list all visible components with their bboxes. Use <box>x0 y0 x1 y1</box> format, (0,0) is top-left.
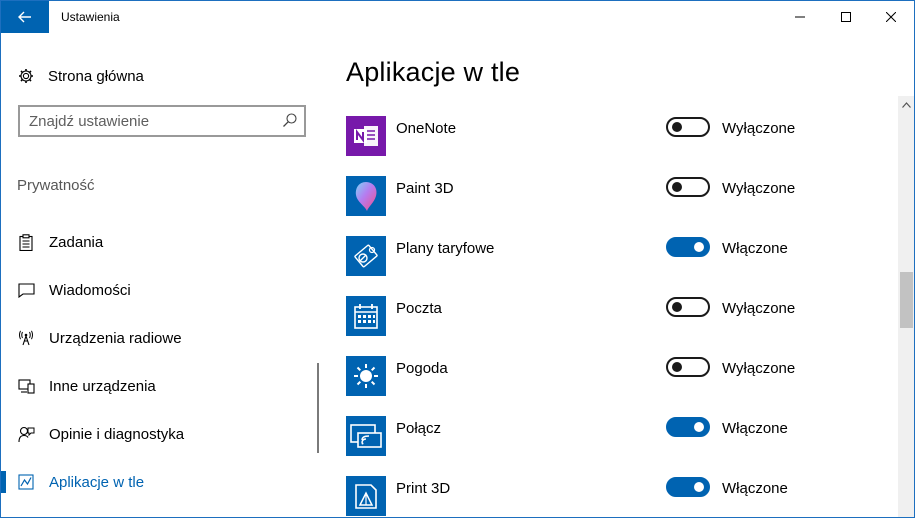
devices-icon <box>17 377 35 395</box>
sidebar-item-label: Zadania <box>49 233 104 251</box>
home-link[interactable]: Strona główna <box>17 65 144 87</box>
toggle-switch[interactable] <box>666 177 710 197</box>
sidebar-item-urzadzenia-radiowe[interactable]: Urządzenia radiowe <box>1 318 301 358</box>
back-button[interactable] <box>1 1 49 33</box>
toggle-knob <box>672 182 682 192</box>
app-name: Pogoda <box>396 360 448 377</box>
app-name: Połącz <box>396 420 442 437</box>
home-label: Strona główna <box>48 67 144 85</box>
app-name: Poczta <box>396 300 442 317</box>
sidebar-item-label: Wiadomości <box>49 281 131 299</box>
radio-tower-icon <box>17 329 35 347</box>
app-row-paint-3d: Paint 3D Wyłączone <box>346 176 866 236</box>
app-name: Paint 3D <box>396 180 454 197</box>
sidebar-item-label: Inne urządzenia <box>49 377 156 395</box>
minimize-icon <box>795 16 805 18</box>
feedback-icon <box>17 425 35 443</box>
maximize-icon <box>841 12 851 22</box>
search-box <box>18 105 306 137</box>
sidebar-item-opinie[interactable]: Opinie i diagnostyka <box>1 414 301 454</box>
toggle-state-label: Włączone <box>722 480 788 497</box>
sidebar-item-aplikacje-w-tle[interactable]: Aplikacje w tle <box>1 462 301 502</box>
toggle-state-label: Włączone <box>722 420 788 437</box>
toggle-switch[interactable] <box>666 237 710 257</box>
app-row-onenote: OneNote Wyłączone <box>346 116 866 176</box>
main-scrollbar[interactable] <box>898 96 914 517</box>
toggle-knob <box>672 122 682 132</box>
maximize-button[interactable] <box>823 1 869 33</box>
app-row-pogoda: Pogoda Wyłączone <box>346 356 866 416</box>
app-row-poczta: Poczta Wyłączone <box>346 296 866 356</box>
weather-icon <box>346 356 386 396</box>
toggle-switch[interactable] <box>666 297 710 317</box>
sidebar: Strona główna Prywatność Zadania <box>1 33 331 517</box>
toggle-knob <box>694 482 704 492</box>
scroll-up-button[interactable] <box>898 96 914 113</box>
page-title: Aplikacje w tle <box>346 57 521 87</box>
toggle-state-label: Wyłączone <box>722 120 796 137</box>
toggle-switch[interactable] <box>666 417 710 437</box>
chevron-up-icon <box>902 101 911 108</box>
toggle-switch[interactable] <box>666 477 710 497</box>
background-apps-icon <box>17 473 35 491</box>
settings-window: Ustawienia Strona główna Znajdź ustawien… <box>0 0 915 518</box>
close-button[interactable] <box>868 1 914 33</box>
connect-icon <box>346 416 386 456</box>
scrollbar-thumb[interactable] <box>900 272 913 328</box>
toggle-state-label: Włączone <box>722 240 788 257</box>
app-name: OneNote <box>396 120 457 137</box>
toggle-state-label: Wyłączone <box>722 300 796 317</box>
active-indicator <box>1 471 6 493</box>
search-icon[interactable] <box>282 112 298 128</box>
toggle-state-label: Wyłączone <box>722 180 796 197</box>
arrow-left-icon <box>18 11 31 23</box>
app-name: Print 3D <box>396 480 451 497</box>
print3d-icon <box>346 476 386 516</box>
mail-calendar-icon <box>346 296 386 336</box>
app-row-plany-taryfowe: Plany taryfowe Włączone <box>346 236 866 296</box>
sidebar-item-label: Aplikacje w tle <box>49 473 145 491</box>
search-input[interactable] <box>20 108 270 134</box>
sidebar-item-wiadomosci[interactable]: Wiadomości <box>1 270 301 310</box>
title-bar: Ustawienia <box>1 1 914 33</box>
toggle-knob <box>672 362 682 372</box>
sidebar-item-label: Opinie i diagnostyka <box>49 425 185 443</box>
toggle-switch[interactable] <box>666 357 710 377</box>
gear-icon <box>17 67 35 85</box>
paint3d-icon <box>346 176 386 216</box>
close-icon <box>886 12 896 22</box>
section-title: Prywatność <box>17 177 95 194</box>
sidebar-item-zadania[interactable]: Zadania <box>1 222 301 262</box>
toggle-switch[interactable] <box>666 117 710 137</box>
sidebar-scrollbar[interactable] <box>317 363 319 453</box>
message-icon <box>17 281 35 299</box>
app-name: Plany taryfowe <box>396 240 495 257</box>
app-row-print-3d: Print 3D Włączone <box>346 476 866 517</box>
toggle-knob <box>694 242 704 252</box>
window-title: Ustawienia <box>61 10 120 24</box>
toggle-knob <box>672 302 682 312</box>
clipboard-icon <box>17 233 35 251</box>
toggle-state-label: Wyłączone <box>722 360 796 377</box>
app-row-polacz: Połącz Włączone <box>346 416 866 476</box>
minimize-button[interactable] <box>777 1 823 33</box>
sidebar-item-label: Urządzenia radiowe <box>49 329 182 347</box>
data-plans-icon <box>346 236 386 276</box>
toggle-knob <box>694 422 704 432</box>
sidebar-item-inne-urzadzenia[interactable]: Inne urządzenia <box>1 366 301 406</box>
onenote-icon <box>346 116 386 156</box>
